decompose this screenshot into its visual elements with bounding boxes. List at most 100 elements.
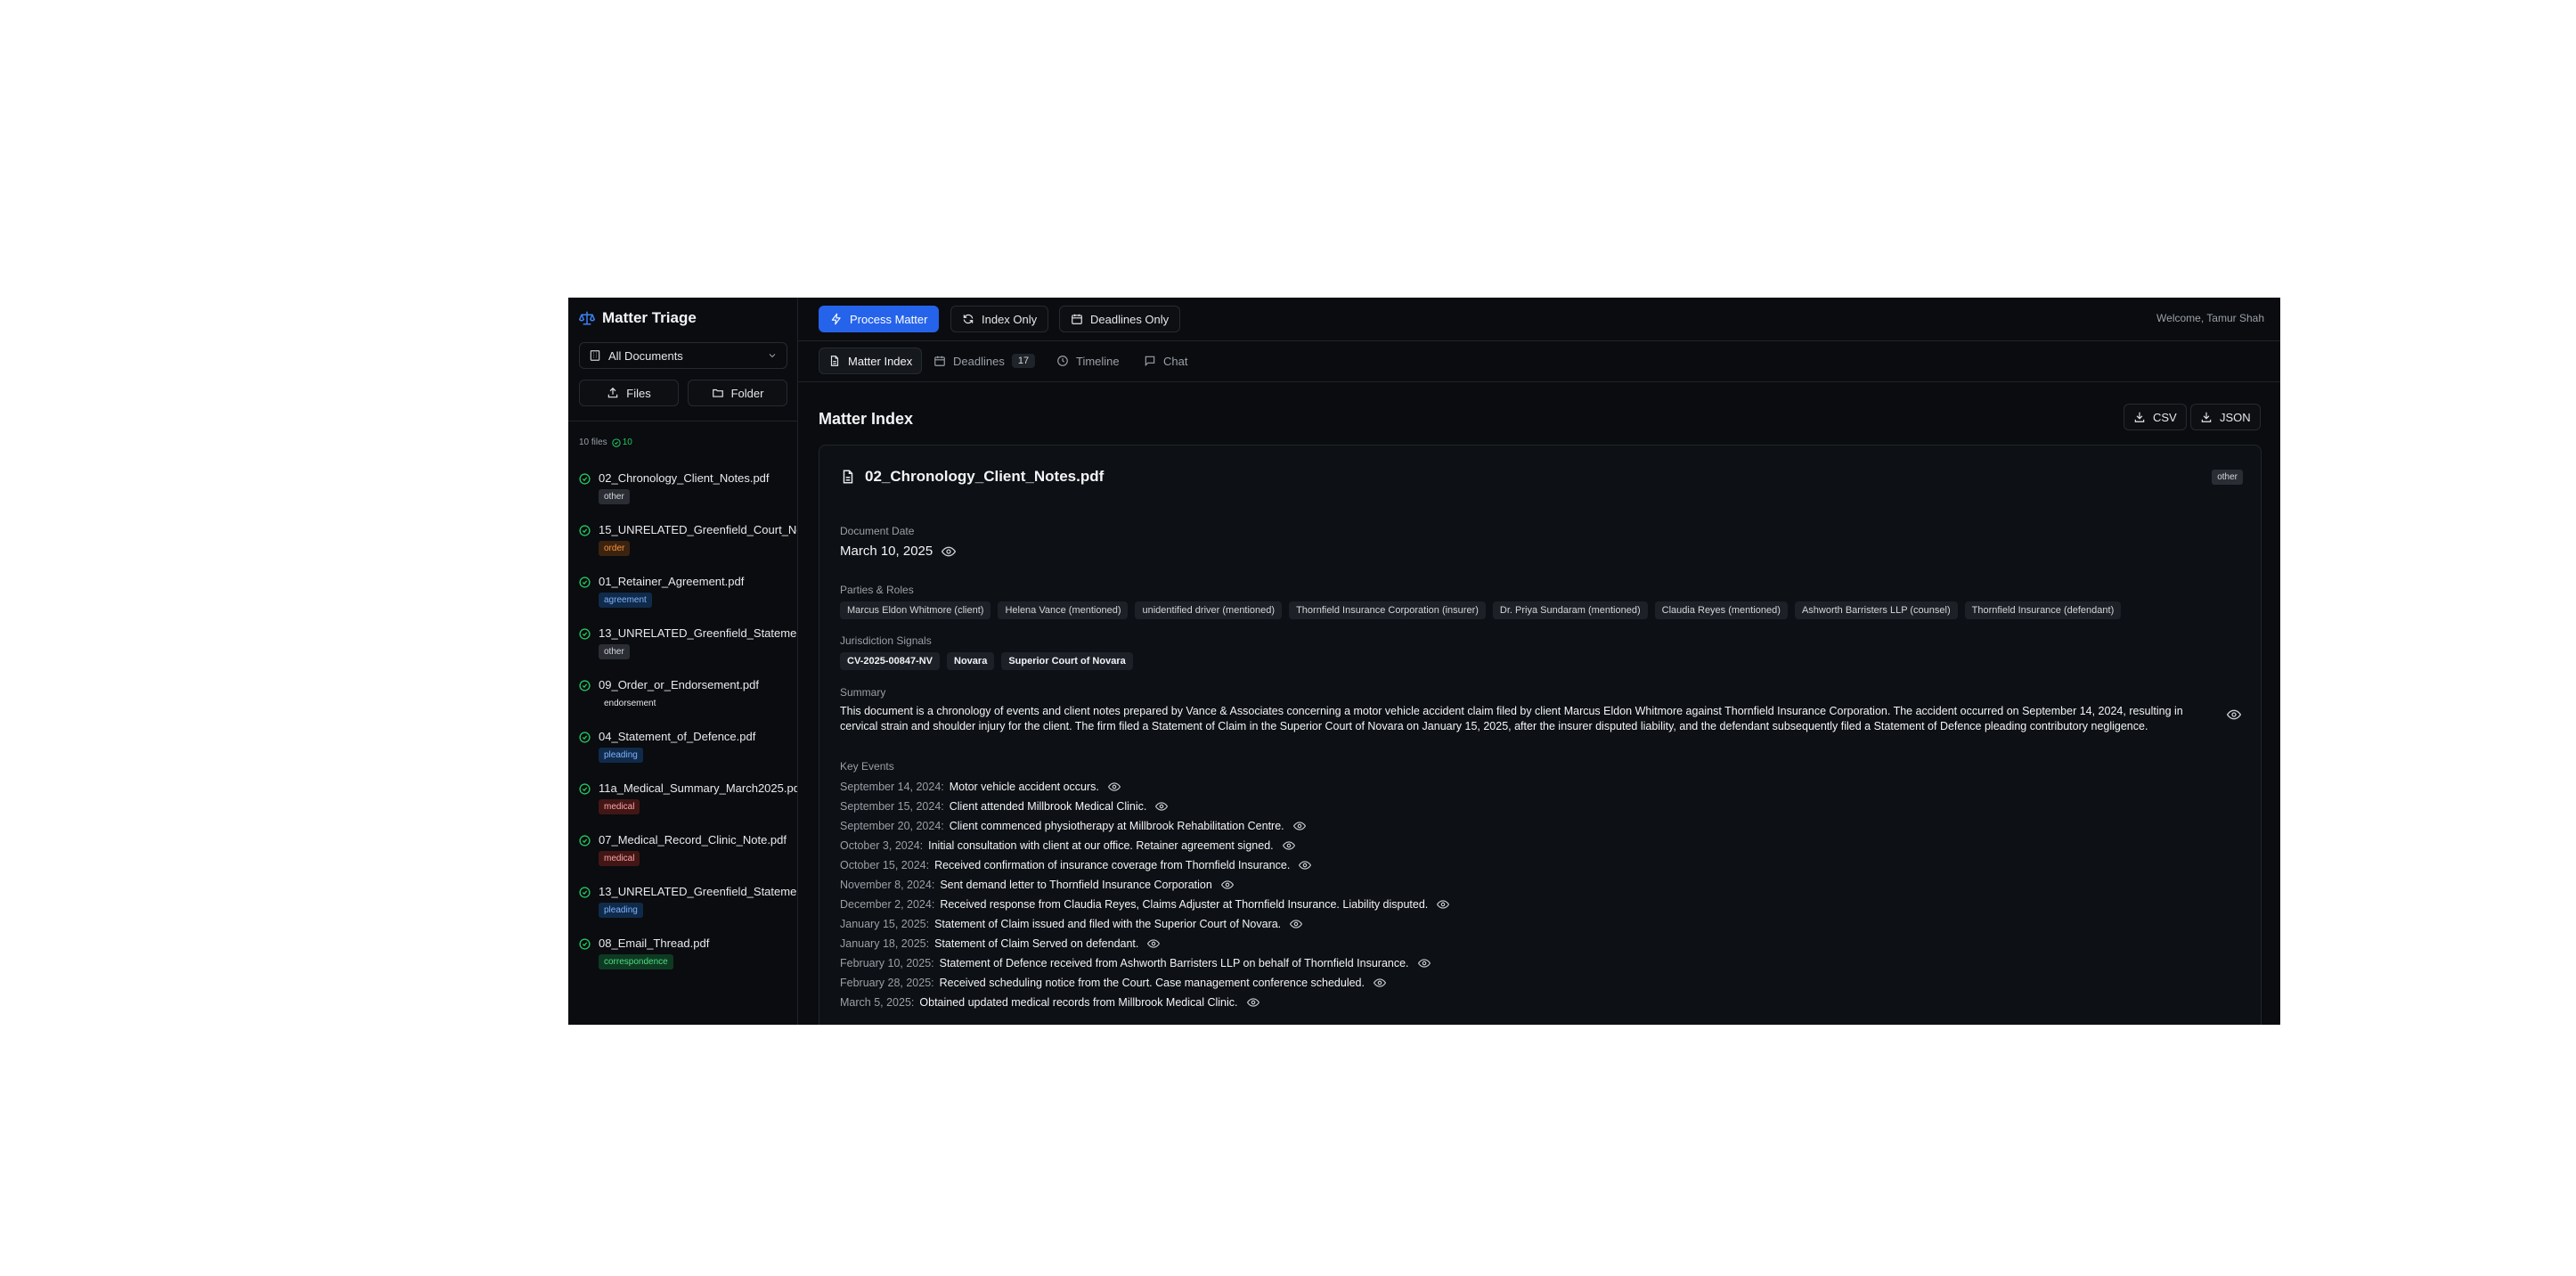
eye-icon[interactable] [1282, 839, 1295, 852]
deadlines-only-button[interactable]: Deadlines Only [1059, 306, 1181, 332]
event-date: January 15, 2025: [840, 918, 930, 930]
welcome-text: Welcome, Tamur Shah [2156, 312, 2264, 324]
tab-bar: Matter Index Deadlines 17 Timeline Chat [798, 340, 2280, 382]
file-name: 11a_Medical_Summary_March2025.pdf [599, 781, 798, 795]
jurisdiction-chip: Novara [947, 652, 995, 670]
file-name: 01_Retainer_Agreement.pdf [599, 575, 745, 588]
summary-label: Summary [840, 686, 886, 699]
file-list-item[interactable]: 04_Statement_of_Defence.pdf pleading [579, 729, 797, 781]
file-category-badge: pleading [599, 748, 643, 763]
party-chip: Helena Vance (mentioned) [998, 601, 1129, 619]
party-chip: Thornfield Insurance Corporation (insure… [1289, 601, 1486, 619]
chevron-down-icon [767, 350, 778, 361]
check-circle-icon [612, 438, 621, 447]
download-icon [2200, 411, 2213, 423]
key-event-row: January 18, 2025: Statement of Claim Serv… [840, 934, 1449, 953]
document-date-value: March 10, 2025 [840, 544, 933, 559]
eye-icon[interactable] [1220, 879, 1234, 891]
eye-icon[interactable] [1417, 957, 1431, 969]
app-window: Matter Triage All Documents Files Folder [568, 298, 2280, 1025]
party-chip: Claudia Reyes (mentioned) [1654, 601, 1788, 619]
document-scope-value: All Documents [608, 348, 683, 363]
tab-matter-index[interactable]: Matter Index [819, 348, 923, 374]
tab-chat[interactable]: Chat [1135, 348, 1196, 374]
event-text: Statement of Defence received from Ashwo… [939, 957, 1409, 969]
event-text: Received scheduling notice from the Cour… [939, 977, 1365, 989]
document-date: March 10, 2025 [840, 544, 957, 559]
eye-icon[interactable] [1246, 996, 1259, 1009]
eye-icon[interactable] [1147, 937, 1161, 950]
key-event-row: February 28, 2025: Received scheduling no… [840, 973, 1449, 993]
main-panel: Process Matter Index Only Deadlines Only… [798, 298, 2280, 1025]
document-scope-select[interactable]: All Documents [579, 342, 787, 369]
export-csv-button[interactable]: CSV [2124, 404, 2187, 430]
event-date: September 15, 2024: [840, 800, 944, 813]
app-title: Matter Triage [602, 309, 697, 326]
check-circle-icon [579, 732, 591, 743]
event-date: October 15, 2024: [840, 859, 930, 871]
file-list-item[interactable]: 01_Retainer_Agreement.pdf agreement [579, 574, 797, 626]
eye-icon[interactable] [1299, 859, 1312, 871]
file-category-badge: correspondence [599, 954, 673, 969]
file-list-item[interactable]: 15_UNRELATED_Greenfield_Court_Notice.pdf… [579, 522, 797, 574]
upload-folder-label: Folder [730, 386, 764, 400]
event-date: December 2, 2024: [840, 898, 935, 911]
eye-icon[interactable] [1107, 781, 1121, 793]
tab-timeline[interactable]: Timeline [1048, 348, 1129, 374]
upload-folder-button[interactable]: Folder [688, 380, 787, 406]
event-text: Client commenced physiotherapy at Millbr… [949, 820, 1284, 832]
file-list-item[interactable]: 13_UNRELATED_Greenfield_Statement_of_Def… [579, 884, 797, 936]
folder-icon [712, 387, 724, 399]
file-name: 02_Chronology_Client_Notes.pdf [599, 471, 770, 485]
file-name: 08_Email_Thread.pdf [599, 937, 710, 950]
document-filename: 02_Chronology_Client_Notes.pdf [865, 468, 1105, 485]
export-json-button[interactable]: JSON [2190, 404, 2261, 430]
file-list-item[interactable]: 09_Order_or_Endorsement.pdf endorsement [579, 677, 797, 729]
party-chip: Dr. Priya Sundaram (mentioned) [1492, 601, 1648, 619]
eye-icon[interactable] [1437, 898, 1450, 911]
document-title: 02_Chronology_Client_Notes.pdf [840, 468, 1104, 486]
process-matter-button[interactable]: Process Matter [819, 306, 940, 332]
file-category-badge: agreement [599, 593, 652, 608]
tab-deadlines[interactable]: Deadlines 17 [925, 348, 1044, 374]
file-list-item[interactable]: 11a_Medical_Summary_March2025.pdfmedical [579, 781, 798, 832]
file-list-item[interactable]: 07_Medical_Record_Clinic_Note.pdf medical [579, 832, 797, 884]
event-text: Obtained updated medical records from Mi… [919, 996, 1238, 1009]
key-event-row: December 2, 2024: Received response from … [840, 895, 1450, 914]
check-circle-icon [579, 680, 591, 691]
event-date: February 10, 2025: [840, 957, 934, 969]
eye-icon[interactable] [942, 544, 957, 559]
jurisdiction-list: CV-2025-00847-NV Novara Superior Court of … [840, 652, 1133, 670]
key-event-row: March 5, 2025: Obtained updated medical r… [840, 993, 1449, 1012]
key-event-row: February 10, 2025: Statement of Defence r… [840, 953, 1449, 973]
event-text: Motor vehicle accident occurs. [949, 781, 1099, 793]
download-icon [2133, 411, 2146, 423]
file-list-item[interactable]: 08_Email_Thread.pdf correspondence [579, 936, 797, 987]
event-text: Client attended Millbrook Medical Clinic… [949, 800, 1147, 813]
event-text: Received confirmation of insurance cover… [934, 859, 1291, 871]
eye-icon[interactable] [1155, 800, 1169, 813]
page-title: Matter Index [819, 410, 914, 428]
file-category-badge: medical [599, 799, 640, 814]
file-name: 15_UNRELATED_Greenfield_Court_Notice.pdf [599, 523, 797, 536]
calendar-icon [1071, 313, 1083, 325]
refresh-icon [962, 313, 974, 325]
party-chip: Thornfield Insurance (defendant) [1964, 601, 2122, 619]
eye-icon[interactable] [1292, 820, 1306, 832]
tab-timeline-label: Timeline [1076, 354, 1120, 368]
eye-icon[interactable] [1373, 977, 1386, 989]
upload-files-button[interactable]: Files [579, 380, 679, 406]
file-list-item[interactable]: 13_UNRELATED_Greenfield_Statement_of_Cla… [579, 626, 797, 677]
calendar-icon [933, 355, 946, 367]
index-only-button[interactable]: Index Only [950, 306, 1049, 332]
jurisdiction-chip: Superior Court of Novara [1001, 652, 1133, 670]
event-date: March 5, 2025: [840, 996, 915, 1009]
file-list-item[interactable]: 02_Chronology_Client_Notes.pdf other [579, 470, 797, 522]
eye-icon[interactable] [1290, 918, 1303, 930]
index-only-label: Index Only [982, 312, 1038, 326]
event-text: Statement of Claim Served on defendant. [934, 937, 1139, 950]
key-event-row: October 3, 2024: Initial consultation wit… [840, 836, 1449, 855]
eye-icon[interactable] [2227, 708, 2241, 722]
check-circle-icon [579, 938, 591, 950]
party-chip: Ashworth Barristers LLP (counsel) [1794, 601, 1958, 619]
